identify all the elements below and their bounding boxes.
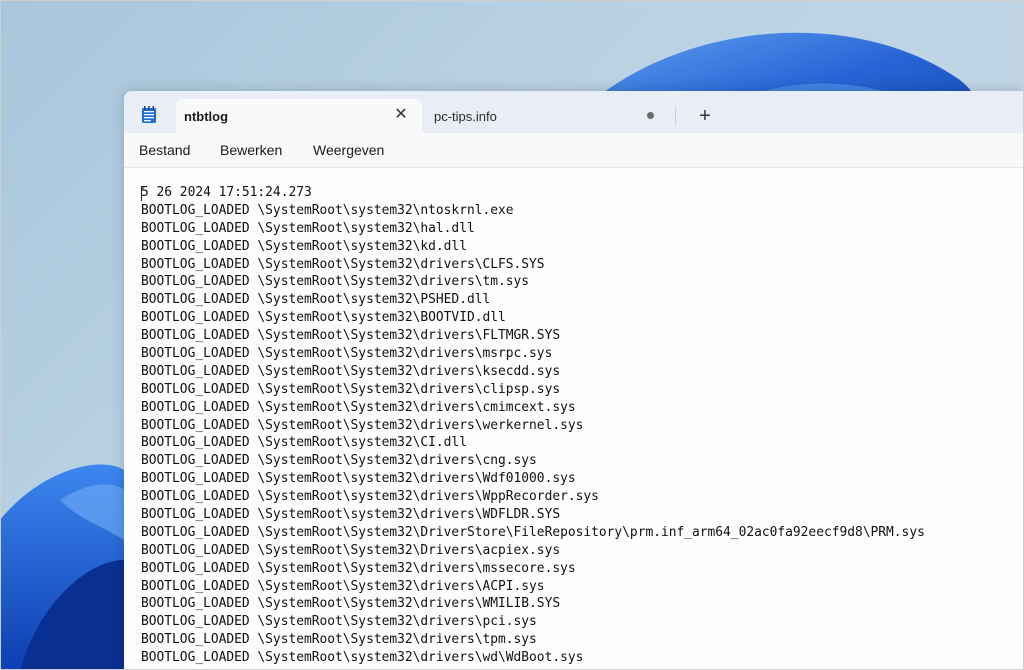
tab-label: ntbtlog — [184, 109, 229, 124]
editor-line: BOOTLOG_LOADED \SystemRoot\system32\ntos… — [141, 202, 514, 218]
editor-line: BOOTLOG_LOADED \SystemRoot\System32\driv… — [141, 274, 530, 290]
editor-line: BOOTLOG_LOADED \SystemRoot\system32\PSHE… — [141, 292, 491, 308]
editor-line: BOOTLOG_LOADED \SystemRoot\System32\driv… — [141, 381, 561, 397]
tab-pc-tips-info[interactable]: pc-tips.info — [422, 99, 674, 133]
editor-line: BOOTLOG_LOADED \SystemRoot\System32\driv… — [141, 417, 584, 433]
editor-line: BOOTLOG_LOADED \SystemRoot\System32\driv… — [141, 578, 545, 594]
tab-label: pc-tips.info — [434, 109, 497, 124]
menu-bar: Bestand Bewerken Weergeven — [124, 133, 1024, 168]
editor-line: BOOTLOG_LOADED \SystemRoot\System32\Driv… — [141, 542, 561, 558]
menu-edit[interactable]: Bewerken — [220, 142, 282, 158]
editor-line: BOOTLOG_LOADED \SystemRoot\system32\hal.… — [141, 220, 475, 236]
close-icon[interactable]: ✕ — [392, 106, 410, 124]
editor-lines: 5 26 2024 17:51:24.273 BOOTLOG_LOADED \S… — [141, 184, 925, 667]
editor-line: BOOTLOG_LOADED \SystemRoot\System32\driv… — [141, 614, 537, 630]
tab-ntbtlog[interactable]: ntbtlog ✕ — [176, 99, 422, 133]
editor-line: BOOTLOG_LOADED \SystemRoot\System32\Driv… — [141, 524, 925, 540]
unsaved-dot-icon — [647, 112, 654, 119]
editor-line: BOOTLOG_LOADED \SystemRoot\System32\driv… — [141, 560, 576, 576]
text-editor[interactable]: 5 26 2024 17:51:24.273 BOOTLOG_LOADED \S… — [124, 168, 1024, 670]
editor-line: BOOTLOG_LOADED \SystemRoot\System32\driv… — [141, 596, 561, 612]
editor-line: 5 26 2024 17:51:24.273 — [141, 185, 312, 200]
editor-line: BOOTLOG_LOADED \SystemRoot\System32\driv… — [141, 399, 576, 415]
editor-line: BOOTLOG_LOADED \SystemRoot\System32\driv… — [141, 256, 545, 272]
editor-line: BOOTLOG_LOADED \SystemRoot\system32\kd.d… — [141, 238, 467, 254]
plus-icon[interactable]: + — [693, 105, 717, 129]
menu-view[interactable]: Weergeven — [313, 142, 384, 158]
menu-file[interactable]: Bestand — [139, 142, 190, 158]
notepad-window: ntbtlog ✕ pc-tips.info + Bestand Bewerke… — [124, 91, 1024, 670]
editor-line: BOOTLOG_LOADED \SystemRoot\system32\CI.d… — [141, 435, 467, 451]
editor-line: BOOTLOG_LOADED \SystemRoot\System32\driv… — [141, 453, 537, 469]
editor-line: BOOTLOG_LOADED \SystemRoot\system32\driv… — [141, 471, 576, 487]
tab-separator — [675, 108, 676, 124]
editor-line: BOOTLOG_LOADED \SystemRoot\System32\driv… — [141, 328, 561, 344]
title-bar: ntbtlog ✕ pc-tips.info + — [124, 91, 1024, 133]
editor-line: BOOTLOG_LOADED \SystemRoot\System32\driv… — [141, 632, 537, 648]
editor-line: BOOTLOG_LOADED \SystemRoot\system32\BOOT… — [141, 310, 506, 326]
editor-line: BOOTLOG_LOADED \SystemRoot\System32\driv… — [141, 363, 561, 379]
editor-line: BOOTLOG_LOADED \SystemRoot\system32\driv… — [141, 507, 561, 523]
editor-line: BOOTLOG_LOADED \SystemRoot\system32\driv… — [141, 489, 599, 505]
editor-line: BOOTLOG_LOADED \SystemRoot\system32\driv… — [141, 650, 584, 666]
editor-line: BOOTLOG_LOADED \SystemRoot\System32\driv… — [141, 346, 553, 362]
